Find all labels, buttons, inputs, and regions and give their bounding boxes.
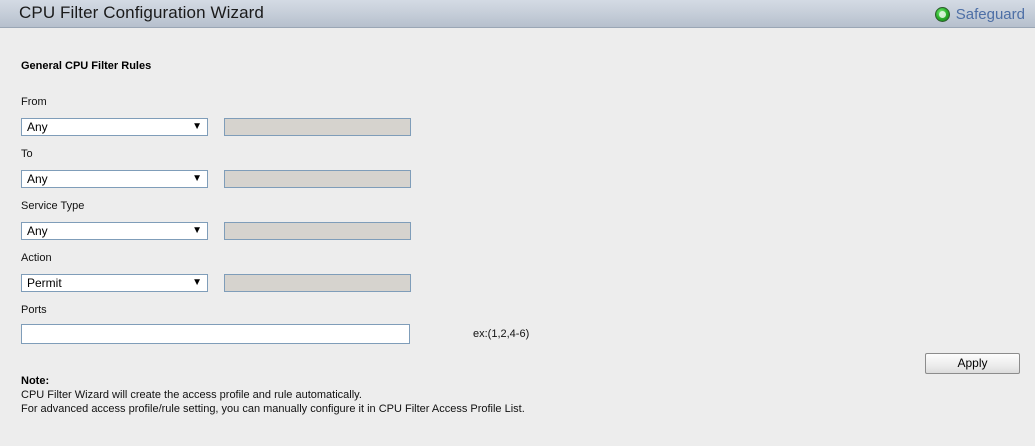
ports-hint: ex:(1,2,4-6) [473, 328, 530, 340]
action-select-value: Permit [27, 276, 62, 290]
dropdown-arrow-icon: ▼ [192, 277, 202, 288]
from-select[interactable]: Any ▼ [21, 118, 208, 136]
ports-label: Ports [21, 304, 47, 316]
dropdown-arrow-icon: ▼ [192, 225, 202, 236]
page-title: CPU Filter Configuration Wizard [19, 3, 264, 22]
to-value-input [224, 170, 411, 188]
dropdown-arrow-icon: ▼ [192, 173, 202, 184]
action-select[interactable]: Permit ▼ [21, 274, 208, 292]
action-value-input [224, 274, 411, 292]
note-title: Note: [21, 375, 50, 387]
from-label: From [21, 96, 47, 108]
action-label: Action [21, 252, 52, 264]
ports-input[interactable] [21, 324, 410, 344]
to-label: To [21, 148, 33, 160]
service-type-value-input [224, 222, 411, 240]
safeguard-label: Safeguard [955, 5, 1025, 23]
dropdown-arrow-icon: ▼ [192, 121, 202, 132]
apply-button[interactable]: Apply [925, 353, 1020, 374]
to-select-value: Any [27, 172, 48, 186]
from-value-input [224, 118, 411, 136]
note-line: For advanced access profile/rule setting… [21, 403, 525, 415]
to-select[interactable]: Any ▼ [21, 170, 208, 188]
from-select-value: Any [27, 120, 48, 134]
safeguard-status-icon [934, 6, 950, 22]
safeguard-indicator: Safeguard [934, 4, 1025, 24]
service-type-label: Service Type [21, 200, 85, 212]
service-type-select[interactable]: Any ▼ [21, 222, 208, 240]
section-title: General CPU Filter Rules [21, 60, 152, 72]
note-line: CPU Filter Wizard will create the access… [21, 389, 362, 401]
page-header: CPU Filter Configuration Wizard Safeguar… [0, 0, 1035, 28]
service-type-select-value: Any [27, 224, 48, 238]
